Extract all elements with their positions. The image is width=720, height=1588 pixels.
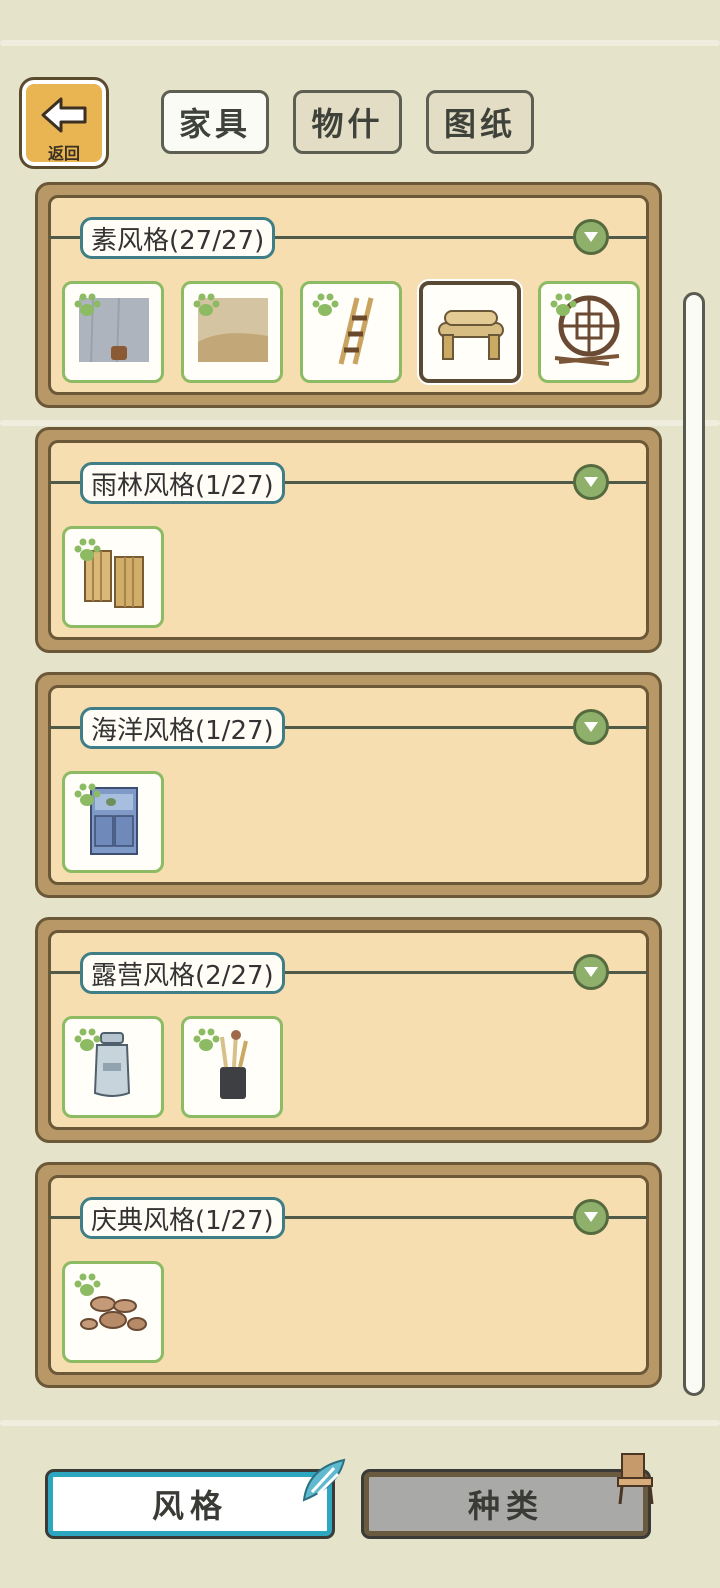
chair-icon [617, 1453, 654, 1505]
collapse-toggle-icon[interactable] [573, 464, 609, 500]
background-streak [0, 40, 720, 46]
paw-icon [74, 1273, 101, 1296]
log-bench-icon [438, 310, 504, 360]
furniture-item-tool-jar[interactable] [181, 1016, 283, 1118]
seashell-icon [302, 1458, 346, 1502]
back-button[interactable]: 返回 [22, 80, 106, 166]
section-title: 海洋风格(1/27) [80, 707, 285, 749]
paw-icon [74, 538, 101, 561]
type-filter-button[interactable]: 种类 [364, 1472, 648, 1536]
vertical-scrollbar[interactable] [683, 292, 705, 1396]
collapse-toggle-icon[interactable] [573, 219, 609, 255]
style-section-camping: 露营风格(2/27) [35, 917, 662, 1143]
background-streak [0, 420, 720, 426]
section-title: 庆典风格(1/27) [80, 1197, 285, 1239]
style-section-rainforest: 雨林风格(1/27) [35, 427, 662, 653]
type-filter-label: 种类 [467, 1487, 544, 1525]
style-section-festival: 庆典风格(1/27) [35, 1162, 662, 1388]
furniture-item-ladder[interactable] [300, 281, 402, 383]
style-section-ocean: 海洋风格(1/27) [35, 672, 662, 898]
paw-icon [74, 293, 101, 316]
furniture-item-wall[interactable] [62, 281, 164, 383]
collapse-toggle-icon[interactable] [573, 954, 609, 990]
style-section-plain: 素风格(27/27) [35, 182, 662, 408]
tab-items[interactable]: 物什 [293, 90, 402, 154]
collapse-toggle-icon[interactable] [573, 1199, 609, 1235]
back-label: 返回 [47, 144, 80, 163]
furniture-item-bamboo-screen[interactable] [62, 526, 164, 628]
section-title: 雨林风格(1/27) [80, 462, 285, 504]
furniture-item-log-bench[interactable] [419, 281, 521, 383]
paw-icon [312, 293, 339, 316]
furniture-item-floor[interactable] [181, 281, 283, 383]
paw-icon [193, 1028, 220, 1051]
collapse-toggle-icon[interactable] [573, 709, 609, 745]
section-title: 素风格(27/27) [80, 217, 276, 259]
paw-icon [74, 783, 101, 806]
background-streak [0, 1420, 720, 1426]
paw-icon [193, 293, 220, 316]
tab-blueprints[interactable]: 图纸 [426, 90, 534, 154]
style-filter-label: 风格 [151, 1487, 228, 1525]
furniture-item-canister[interactable] [62, 1016, 164, 1118]
section-title: 露营风格(2/27) [80, 952, 285, 994]
back-arrow-icon [26, 96, 102, 138]
furniture-item-round-window[interactable] [538, 281, 640, 383]
furniture-item-drums[interactable] [62, 1261, 164, 1363]
style-filter-button[interactable]: 风格 [48, 1472, 332, 1536]
paw-icon [550, 293, 577, 316]
tab-furniture[interactable]: 家具 [161, 90, 269, 154]
furniture-item-blue-cabinet[interactable] [62, 771, 164, 873]
paw-icon [74, 1028, 101, 1051]
